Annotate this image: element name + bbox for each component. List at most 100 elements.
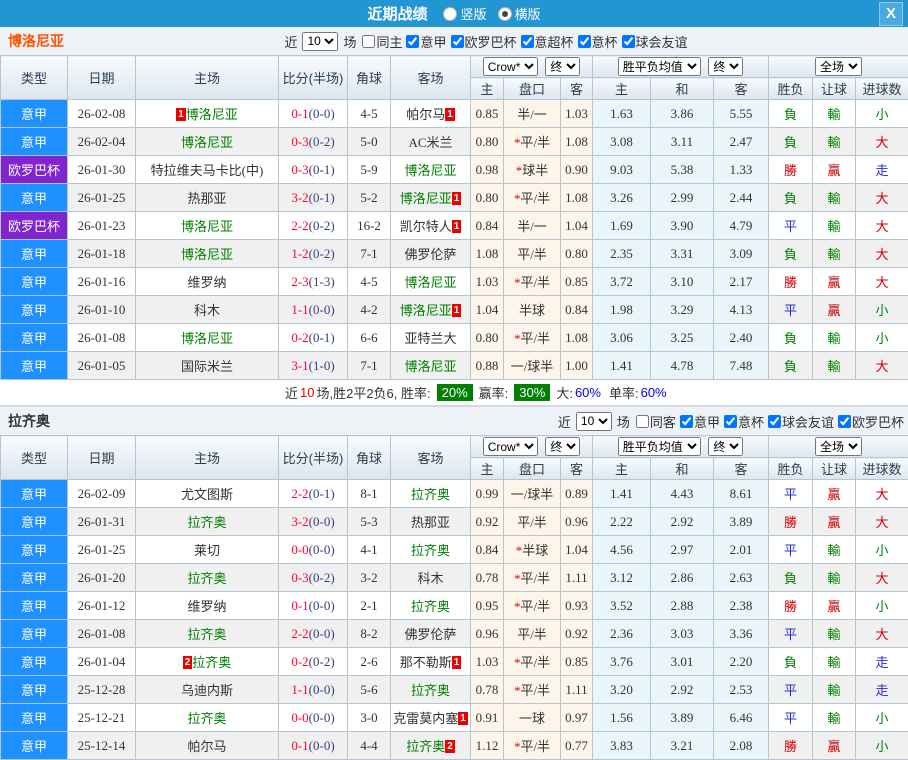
away-team-name: 佛罗伦萨 (404, 247, 456, 262)
home-team-name: 乌迪内斯 (181, 683, 233, 698)
final-odds-select[interactable]: 终 (545, 437, 580, 456)
final-odds-select[interactable]: 终 (545, 57, 580, 76)
score-cell: 0-3(0-1) (279, 156, 348, 184)
handicap-name: 平/半 (520, 599, 550, 614)
filter-checkbox[interactable] (838, 415, 851, 428)
wdl-average-select[interactable]: 胜平负均值 (618, 57, 701, 76)
match-count-select[interactable]: 10 (302, 32, 338, 51)
match-row: 意甲25-12-28乌迪内斯1-1(0-0)5-6拉齐奥0.78*平/半1.11… (1, 676, 908, 704)
handicap-cell: *平/半 (504, 676, 561, 704)
goals-result-cell: 小 (856, 536, 908, 564)
goals-result-cell: 小 (856, 324, 908, 352)
col-header-goals: 进球数 (856, 78, 908, 100)
score-cell: 2-2(0-2) (279, 212, 348, 240)
final-avg-select[interactable]: 终 (708, 57, 743, 76)
away-team-name: 拉齐奥 (411, 487, 450, 502)
fulltime-score: 0-1 (291, 106, 308, 121)
filter-label: 球会友谊 (636, 32, 688, 51)
filter-checkbox[interactable] (578, 35, 591, 48)
filter-checkbox[interactable] (406, 35, 419, 48)
winloss-result-cell: 平 (769, 536, 813, 564)
col-header-away: 客场 (391, 56, 471, 100)
filter-checkbox[interactable] (768, 415, 781, 428)
handicap-home-odds-cell: 0.95 (471, 592, 504, 620)
fulltime-select[interactable]: 全场 (815, 437, 862, 456)
home-team-name: 尤文图斯 (181, 487, 233, 502)
winloss-result-cell: 負 (769, 324, 813, 352)
filter-label: 球会友谊 (782, 412, 834, 431)
handicap-cell: 一/球半 (504, 352, 561, 380)
handicap-cell: *平/半 (504, 128, 561, 156)
match-type-cell: 欧罗巴杯 (1, 212, 68, 240)
filter-checkbox-item: 欧罗巴杯 (838, 412, 904, 431)
filter-checkbox[interactable] (451, 35, 464, 48)
horizontal-layout-radio[interactable] (498, 7, 512, 21)
home-team-name: 国际米兰 (181, 359, 233, 374)
fulltime-score: 0-0 (291, 710, 308, 725)
filter-checkbox[interactable] (521, 35, 534, 48)
home-team-cell: 拉齐奥 (136, 704, 279, 732)
halftime-score: (0-0) (309, 682, 335, 697)
handicap-home-odds-cell: 0.80 (471, 184, 504, 212)
away-team-name: 拉齐奥 (406, 739, 445, 754)
home-team-name: 热那亚 (187, 191, 226, 206)
avg-home-odds-cell: 1.98 (593, 296, 651, 324)
handicap-name: 平/半 (520, 571, 550, 586)
away-team-name: 凯尔特人 (400, 219, 452, 234)
filter-checkbox-item: 同客 (636, 412, 676, 431)
fulltime-score: 1-1 (291, 682, 308, 697)
bookmaker-select[interactable]: Crow* (483, 57, 538, 76)
avg-draw-odds-cell: 3.01 (651, 648, 714, 676)
corner-cell: 4-4 (348, 732, 391, 760)
handicap-away-odds-cell: 1.04 (561, 536, 593, 564)
home-team-name: 维罗纳 (187, 599, 226, 614)
avg-away-odds-cell: 1.33 (714, 156, 769, 184)
avg-home-odds-cell: 2.36 (593, 620, 651, 648)
handicap-name: 球半 (522, 163, 548, 178)
away-team-cell: AC米兰 (391, 128, 471, 156)
home-team-name: 博洛尼亚 (181, 247, 233, 262)
match-type-cell: 意甲 (1, 100, 68, 128)
score-cell: 1-1(0-0) (279, 296, 348, 324)
goals-result-cell: 大 (856, 620, 908, 648)
away-team-name: 博洛尼亚 (404, 163, 456, 178)
col-header-home: 主场 (136, 436, 279, 480)
match-type-cell: 意甲 (1, 648, 68, 676)
fulltime-select[interactable]: 全场 (815, 57, 862, 76)
close-button[interactable]: X (879, 2, 903, 26)
handicap-name: 平/半 (520, 739, 550, 754)
match-count-select[interactable]: 10 (576, 412, 612, 431)
filter-checkbox[interactable] (724, 415, 737, 428)
handicap-name: 平/半 (520, 135, 550, 150)
handicap-cell: *平/半 (504, 648, 561, 676)
match-row: 意甲26-01-042拉齐奥0-2(0-2)2-6那不勒斯11.03*平/半0.… (1, 648, 908, 676)
corner-cell: 7-1 (348, 352, 391, 380)
handicap-home-odds-cell: 0.85 (471, 100, 504, 128)
filter-checkbox[interactable] (362, 35, 375, 48)
letgoal-result-cell: 贏 (813, 156, 856, 184)
handicap-home-odds-cell: 1.08 (471, 240, 504, 268)
summary-handicap-badge: 30% (514, 384, 550, 401)
match-type-cell: 意甲 (1, 508, 68, 536)
bookmaker-select[interactable]: Crow* (483, 437, 538, 456)
letgoal-result-cell: 贏 (813, 480, 856, 508)
avg-home-odds-cell: 3.52 (593, 592, 651, 620)
vertical-layout-radio[interactable] (443, 7, 457, 21)
filter-checkbox[interactable] (680, 415, 693, 428)
winloss-result-cell: 負 (769, 128, 813, 156)
letgoal-result-cell: 輸 (813, 536, 856, 564)
avg-home-odds-cell: 1.69 (593, 212, 651, 240)
wdl-average-select[interactable]: 胜平负均值 (618, 437, 701, 456)
filter-checkbox[interactable] (622, 35, 635, 48)
avg-away-odds-cell: 2.53 (714, 676, 769, 704)
final-avg-select[interactable]: 终 (708, 437, 743, 456)
match-date-cell: 26-01-08 (68, 324, 136, 352)
corner-cell: 7-1 (348, 240, 391, 268)
avg-away-odds-cell: 5.55 (714, 100, 769, 128)
away-team-cell: 拉齐奥 (391, 480, 471, 508)
away-team-name: 拉齐奥 (411, 599, 450, 614)
handicap-name: 半/一 (517, 219, 547, 234)
home-team-cell: 维罗纳 (136, 592, 279, 620)
match-date-cell: 26-01-31 (68, 508, 136, 536)
filter-checkbox[interactable] (636, 415, 649, 428)
